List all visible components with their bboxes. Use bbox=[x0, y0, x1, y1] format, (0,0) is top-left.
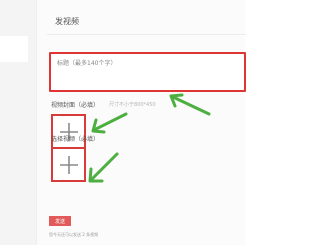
divider bbox=[47, 34, 246, 35]
cover-size-hint: 尺寸不小于800*450 bbox=[109, 102, 156, 108]
green-arrow-annotation bbox=[91, 112, 128, 134]
page-title: 发视频 bbox=[55, 17, 79, 26]
daily-limit-note: 您今天还可以发送 2 条视频 bbox=[49, 232, 99, 237]
sidebar-active-item[interactable] bbox=[0, 36, 28, 62]
cover-upload-button[interactable] bbox=[51, 114, 86, 149]
page: 发视频 标题（最多140个字） 视频封面（必填） 尺寸不小于800*450 选择… bbox=[0, 0, 246, 245]
sidebar bbox=[0, 0, 36, 245]
upload-panel: 发视频 标题（最多140个字） 视频封面（必填） 尺寸不小于800*450 选择… bbox=[36, 0, 246, 245]
plus-icon bbox=[59, 155, 78, 174]
title-placeholder: 标题（最多140个字） bbox=[57, 60, 117, 67]
green-arrow-annotation bbox=[169, 93, 211, 116]
publish-button[interactable]: 发送 bbox=[49, 216, 71, 226]
cover-label: 视频封面（必填） bbox=[51, 102, 100, 109]
title-input[interactable]: 标题（最多140个字） bbox=[49, 52, 246, 92]
green-arrow-annotation bbox=[88, 152, 119, 183]
video-upload-button[interactable] bbox=[51, 147, 86, 182]
